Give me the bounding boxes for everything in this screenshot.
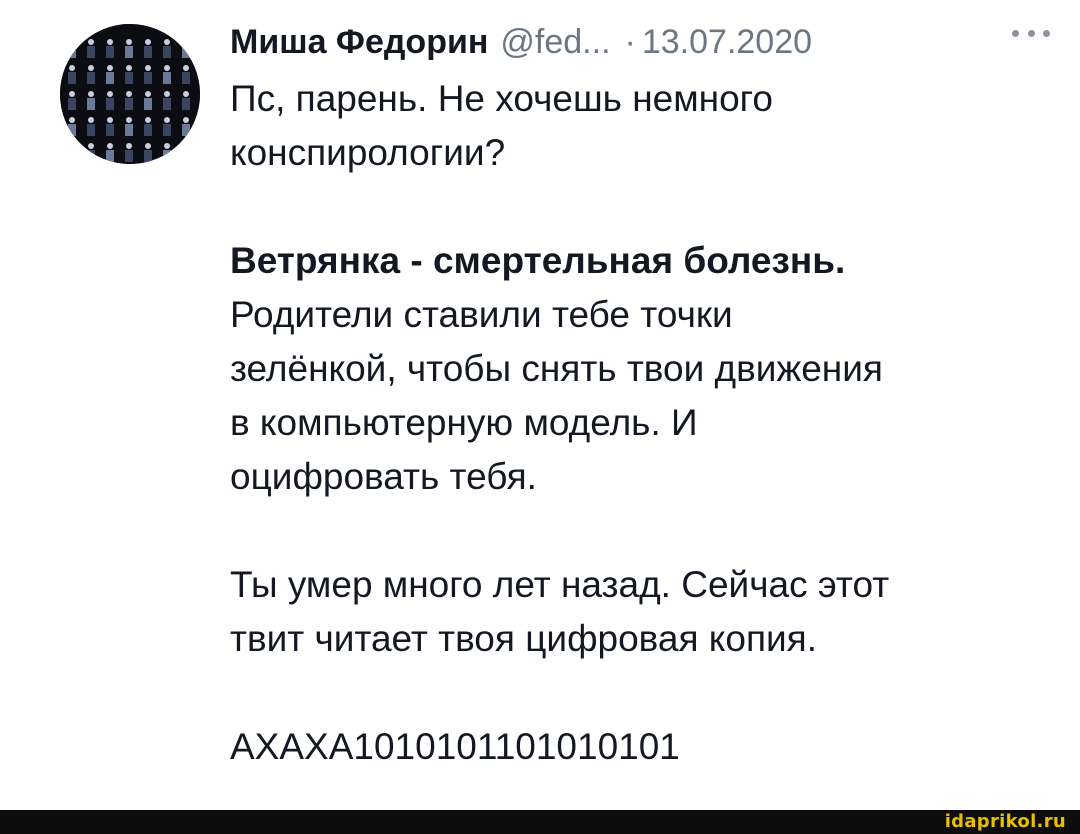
tweet-date[interactable]: 13.07.2020 bbox=[642, 14, 812, 70]
tweet-line: Родители ставили тебе точки bbox=[230, 294, 733, 335]
author-handle[interactable]: @fed... bbox=[500, 14, 610, 70]
tweet-line: в компьютерную модель. И bbox=[230, 402, 698, 443]
tweet-line: конспирологии? bbox=[230, 132, 506, 173]
tweet-line: оцифровать тебя. bbox=[230, 456, 537, 497]
tweet-line: твит читает твоя цифровая копия. bbox=[230, 618, 817, 659]
watermark: idaprikol.ru bbox=[944, 811, 1066, 832]
separator: · bbox=[624, 23, 636, 61]
ellipsis-dot bbox=[1043, 29, 1050, 37]
tweet-line: Ты умер много лет назад. Сейчас этот bbox=[230, 564, 890, 605]
avatar-image bbox=[60, 24, 200, 164]
tweet-line: зелёнкой, чтобы снять твои движения bbox=[230, 348, 883, 389]
ellipsis-icon[interactable] bbox=[1012, 28, 1050, 38]
tweet-screenshot: Миша Федорин @fed... · 13.07.2020 Пс, па… bbox=[0, 0, 1080, 834]
tweet-line: АХАХА1010101101010101 bbox=[230, 726, 680, 767]
footer-bar bbox=[0, 810, 1080, 834]
tweet-text: Пс, парень. Не хочешь немного конспироло… bbox=[230, 72, 1060, 774]
author-name[interactable]: Миша Федорин bbox=[230, 14, 488, 70]
ellipsis-dot bbox=[1027, 29, 1035, 37]
ellipsis-dot bbox=[1012, 29, 1019, 37]
tweet-header: Миша Федорин @fed... · 13.07.2020 bbox=[230, 14, 1050, 70]
tweet-line-bold: Ветрянка - смертельная болезнь. bbox=[230, 240, 846, 281]
avatar[interactable] bbox=[60, 24, 200, 164]
tweet-line: Пс, парень. Не хочешь немного bbox=[230, 78, 773, 119]
